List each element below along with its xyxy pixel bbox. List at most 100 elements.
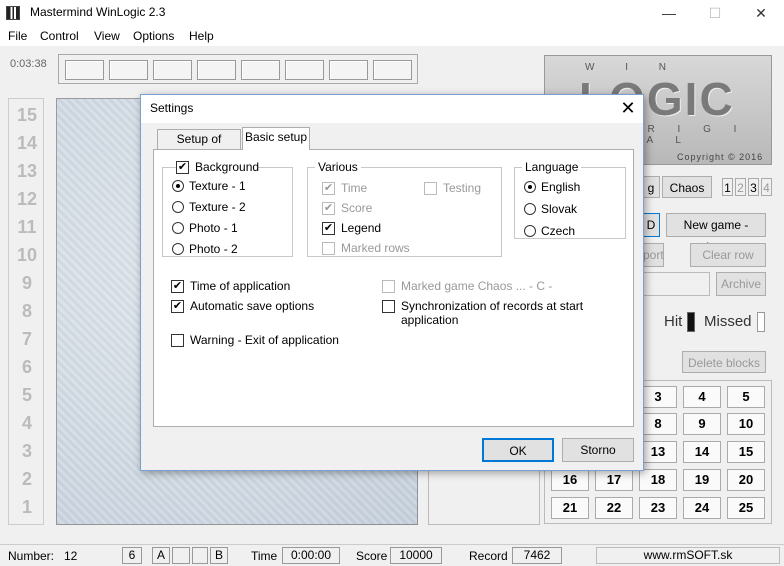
block-22[interactable]: 22 — [595, 497, 633, 519]
block-8[interactable]: 8 — [639, 413, 677, 435]
block-16[interactable]: 16 — [551, 469, 589, 491]
archive-button[interactable]: Archive — [716, 272, 766, 296]
code-slot[interactable] — [65, 60, 104, 80]
marked-game-chaos-label: Marked game Chaos ... - C - — [401, 279, 553, 293]
row-number: 7 — [21, 329, 32, 349]
row-number: 2 — [21, 469, 32, 489]
cancel-button[interactable]: Storno — [562, 438, 634, 462]
code-slot[interactable] — [373, 60, 412, 80]
photo-1-label: Photo - 1 — [189, 221, 238, 235]
photo-2-label: Photo - 2 — [189, 242, 238, 256]
delete-blocks-button[interactable]: Delete blocks — [682, 351, 766, 373]
photo-1-radio[interactable] — [172, 222, 184, 234]
block-4[interactable]: 4 — [683, 386, 721, 408]
legend-checkbox-label: Legend — [341, 221, 382, 235]
row-number: 9 — [21, 273, 32, 293]
marked-rows-checkbox[interactable] — [322, 242, 335, 255]
minimize-button[interactable]: — — [646, 0, 692, 26]
time-checkbox-label: Time — [341, 181, 368, 195]
menu-control[interactable]: Control — [40, 29, 79, 43]
record-label: Record — [469, 549, 508, 563]
time-checkbox[interactable]: ✔ — [322, 182, 335, 195]
row-number: 5 — [21, 385, 32, 405]
code-slot[interactable] — [241, 60, 280, 80]
background-checkbox[interactable]: ✔ — [176, 161, 189, 174]
slovak-radio[interactable] — [524, 203, 536, 215]
sync-records-checkbox[interactable] — [382, 300, 395, 313]
menu-bar: File Control View Options Help — [0, 26, 784, 46]
czech-radio[interactable] — [524, 225, 536, 237]
row-number: 8 — [21, 301, 32, 321]
mode-chaos-button[interactable]: Chaos — [662, 176, 712, 198]
automatic-save-checkbox[interactable]: ✔ — [171, 300, 184, 313]
code-slot[interactable] — [197, 60, 236, 80]
sync-records-label: Synchronization of records at start appl… — [401, 299, 584, 327]
row-number: 13 — [16, 161, 38, 181]
status-box — [172, 547, 190, 564]
score-checkbox[interactable]: ✔ — [322, 202, 335, 215]
level-3[interactable]: 3 — [748, 178, 759, 196]
timer: 0:03:38 — [10, 58, 47, 70]
slovak-label: Slovak — [541, 202, 578, 216]
time-value: 0:00:00 — [282, 547, 340, 564]
block-20[interactable]: 20 — [727, 469, 765, 491]
title-bar: Mastermind WinLogic 2.3 — ☐ ✕ — [0, 0, 784, 26]
ok-button[interactable]: OK — [482, 438, 554, 462]
menu-view[interactable]: View — [94, 29, 120, 43]
testing-checkbox[interactable] — [424, 182, 437, 195]
tab-setup-of-games[interactable]: Setup of games — [157, 129, 241, 164]
website-link[interactable]: www.rmSOFT.sk — [596, 547, 780, 564]
clear-row-button[interactable]: Clear row — [690, 243, 766, 267]
language-label: Language — [522, 160, 582, 174]
export-button[interactable]: port — [642, 243, 664, 267]
block-13[interactable]: 13 — [639, 441, 677, 463]
block-15[interactable]: 15 — [727, 441, 765, 463]
block-17[interactable]: 17 — [595, 469, 633, 491]
block-10[interactable]: 10 — [727, 413, 765, 435]
block-9[interactable]: 9 — [683, 413, 721, 435]
block-3[interactable]: 3 — [639, 386, 677, 408]
warning-exit-label: Warning - Exit of application — [190, 333, 339, 347]
level-2[interactable]: 2 — [735, 178, 746, 196]
score-label: Score — [356, 549, 388, 563]
block-21[interactable]: 21 — [551, 497, 589, 519]
block-25[interactable]: 25 — [727, 497, 765, 519]
menu-file[interactable]: File — [8, 29, 27, 43]
block-23[interactable]: 23 — [639, 497, 677, 519]
level-4[interactable]: 4 — [761, 178, 772, 196]
dialog-close-icon[interactable]: ✕ — [615, 97, 641, 121]
texture-1-radio[interactable] — [172, 180, 184, 192]
code-slot[interactable] — [285, 60, 324, 80]
block-14[interactable]: 14 — [683, 441, 721, 463]
tab-basic-setup[interactable]: Basic setup — [242, 127, 310, 150]
new-game-partial-button[interactable]: D — [642, 213, 660, 237]
legend-checkbox[interactable]: ✔ — [322, 222, 335, 235]
block-5[interactable]: 5 — [727, 386, 765, 408]
texture-2-radio[interactable] — [172, 201, 184, 213]
background-label: Background — [195, 160, 260, 174]
archive-field — [642, 272, 710, 296]
mode-button-partial[interactable]: g — [642, 176, 660, 198]
code-slot[interactable] — [329, 60, 368, 80]
photo-2-radio[interactable] — [172, 243, 184, 255]
block-24[interactable]: 24 — [683, 497, 721, 519]
code-slot[interactable] — [153, 60, 192, 80]
code-slot[interactable] — [109, 60, 148, 80]
block-19[interactable]: 19 — [683, 469, 721, 491]
various-label: Various — [315, 160, 361, 174]
warning-exit-checkbox[interactable] — [171, 334, 184, 347]
menu-options[interactable]: Options — [133, 29, 174, 43]
marked-game-chaos-checkbox[interactable] — [382, 280, 395, 293]
record-value: 7462 — [512, 547, 562, 564]
menu-help[interactable]: Help — [189, 29, 214, 43]
maximize-button[interactable]: ☐ — [692, 0, 738, 26]
new-game-player-button[interactable]: New game - player — [666, 213, 766, 254]
time-of-application-checkbox[interactable]: ✔ — [171, 280, 184, 293]
close-button[interactable]: ✕ — [738, 0, 784, 26]
english-radio[interactable] — [524, 181, 536, 193]
status-box — [192, 547, 208, 564]
level-1[interactable]: 1 — [722, 178, 733, 196]
score-checkbox-label: Score — [341, 201, 373, 215]
block-18[interactable]: 18 — [639, 469, 677, 491]
english-label: English — [541, 180, 581, 194]
